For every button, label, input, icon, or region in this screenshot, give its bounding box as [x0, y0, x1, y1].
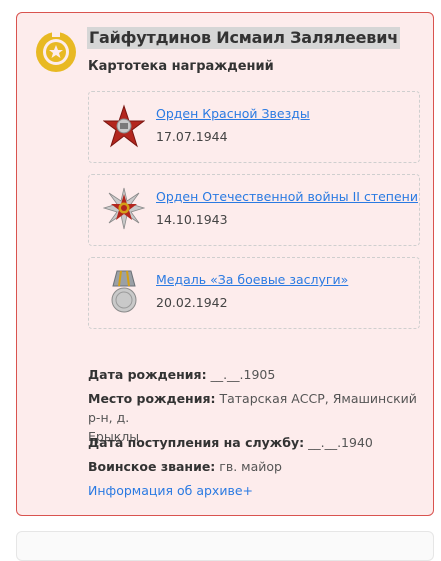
award-link[interactable]: Медаль «За боевые заслуги» [156, 272, 348, 287]
award-link[interactable]: Орден Красной Звезды [156, 106, 310, 121]
red-star-order-icon [103, 104, 145, 148]
service-date-row: Дата поступления на службу: __.__.1940 [88, 433, 373, 452]
birth-date-row: Дата рождения: __.__.1905 [88, 365, 275, 384]
patriotic-war-order-icon [103, 187, 145, 230]
service-date-label: Дата поступления на службу: [88, 435, 305, 450]
award-item: Орден Красной Звезды 17.07.1944 [88, 91, 420, 163]
award-date: 17.07.1944 [156, 129, 228, 144]
medal-seal-icon [36, 31, 76, 72]
award-date: 14.10.1943 [156, 212, 228, 227]
service-date-value: __.__.1940 [308, 435, 373, 450]
archive-info-link[interactable]: Информация об архиве+ [88, 483, 253, 498]
rank-label: Воинское звание: [88, 459, 216, 474]
person-name: Гайфутдинов Исмаил Залялеевич [87, 27, 401, 49]
section-title: Картотека награждений [88, 59, 274, 74]
next-card [16, 531, 434, 561]
combat-merit-medal-icon [111, 270, 137, 313]
rank-row: Воинское звание: гв. майор [88, 457, 282, 476]
award-item: Медаль «За боевые заслуги» 20.02.1942 [88, 257, 420, 329]
birth-date-value: __.__.1905 [210, 367, 276, 382]
award-date: 20.02.1942 [156, 295, 228, 310]
award-item: Орден Отечественной войны II степени 14.… [88, 174, 420, 246]
award-link[interactable]: Орден Отечественной войны II степени [156, 189, 418, 204]
birth-date-label: Дата рождения: [88, 367, 207, 382]
award-card: Гайфутдинов Исмаил Залялеевич Картотека … [16, 12, 434, 516]
birth-place-label: Место рождения: [88, 391, 216, 406]
rank-value: гв. майор [219, 459, 282, 474]
